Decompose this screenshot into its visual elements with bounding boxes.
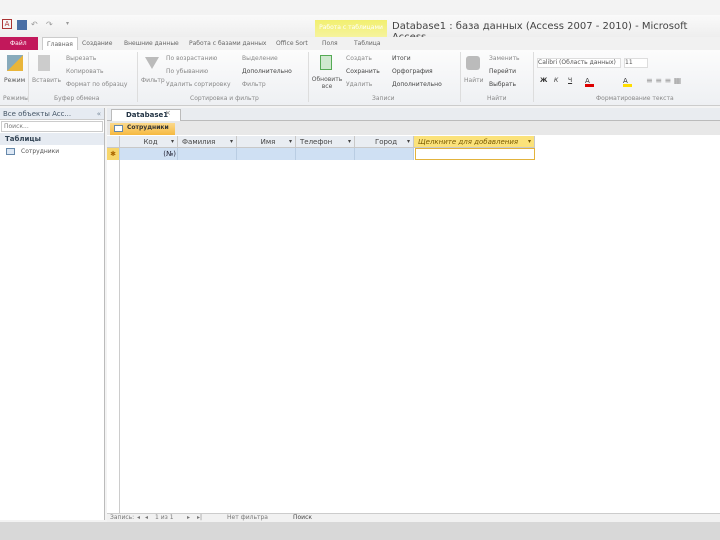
customize-qat-icon[interactable]: ▾ <box>66 20 76 30</box>
tab-office-sort[interactable]: Office Sort <box>272 37 312 50</box>
cell-city[interactable] <box>355 148 414 160</box>
undo-icon[interactable]: ↶ <box>31 20 41 30</box>
toggle-filter-button[interactable]: Фильтр <box>242 81 266 88</box>
navigation-pane: Все объекты Acc... « Поиск... Таблицы Со… <box>0 108 105 520</box>
clear-sort-button[interactable]: Удалить сортировку <box>166 81 231 88</box>
column-header-add-field[interactable]: Щелкните для добавления ▾ <box>414 136 535 148</box>
format-painter-button[interactable]: Формат по образцу <box>66 81 127 88</box>
table-icon <box>6 148 15 155</box>
replace-button[interactable]: Заменить <box>489 55 520 62</box>
tab-table[interactable]: Таблица <box>350 37 385 50</box>
totals-button[interactable]: Итоги <box>392 55 411 62</box>
record-label: Запись: <box>110 514 135 521</box>
table-icon <box>114 125 123 132</box>
select-button[interactable]: Выбрать <box>489 81 516 88</box>
next-record-button[interactable]: ▸ <box>187 514 190 521</box>
refresh-icon <box>320 55 332 70</box>
cell-id[interactable]: (№) <box>120 148 178 160</box>
tab-file[interactable]: Файл <box>0 37 38 50</box>
first-record-button[interactable]: ◂ <box>137 514 140 521</box>
paste-icon <box>38 55 50 71</box>
column-header-first-name[interactable]: Имя ▾ <box>237 136 296 148</box>
save-icon[interactable] <box>17 20 27 30</box>
bottom-band <box>0 522 720 540</box>
cell-last-name[interactable] <box>178 148 237 160</box>
view-button[interactable]: Режим <box>4 77 25 84</box>
group-records-label: Записи <box>372 95 395 102</box>
new-record-button[interactable]: Создать <box>346 55 372 62</box>
select-all-corner[interactable] <box>107 136 120 148</box>
table-tab-bar: Сотрудники <box>107 121 720 135</box>
font-size-select[interactable]: 11 <box>624 58 648 68</box>
selection-button[interactable]: Выделение <box>242 55 278 62</box>
ribbon-tabs: Главная Создание Внешние данные Работа с… <box>0 37 720 50</box>
spelling-button[interactable]: Орфография <box>392 68 433 75</box>
align-icons[interactable]: ≡ ≡ ≡ ▦ <box>646 76 681 85</box>
group-sort-filter-label: Сортировка и фильтр <box>190 95 259 102</box>
save-record-button[interactable]: Сохранить <box>346 68 380 75</box>
advanced-filter-button[interactable]: Дополнительно <box>242 68 292 75</box>
tab-fields[interactable]: Поля <box>318 37 342 50</box>
more-records-button[interactable]: Дополнительно <box>392 81 442 88</box>
selector-column-divider <box>119 160 120 513</box>
last-record-button[interactable]: ▸| <box>197 514 202 521</box>
underline-button[interactable]: Ч <box>568 77 572 84</box>
cell-phone[interactable] <box>296 148 355 160</box>
font-name-select[interactable]: Calibri (Область данных) <box>537 58 621 68</box>
column-header-id[interactable]: Код ▾ <box>120 136 178 148</box>
filter-icon <box>145 57 159 69</box>
nav-search-input[interactable]: Поиск... <box>1 121 103 132</box>
column-header-phone[interactable]: Телефон ▾ <box>296 136 355 148</box>
context-group-label: Работа с таблицами <box>319 24 383 31</box>
redo-icon[interactable]: ↷ <box>46 20 56 30</box>
record-navigation-bar: Запись: ◂ ◂ 1 из 1 ▸ ▸| Нет фильтра Поис… <box>107 513 720 522</box>
cell-add-field[interactable] <box>415 148 535 160</box>
collapse-nav-icon[interactable]: « <box>97 110 101 118</box>
group-clipboard-label: Буфер обмена <box>54 95 100 102</box>
nav-section-tables[interactable]: Таблицы <box>0 133 104 145</box>
prev-record-button[interactable]: ◂ <box>145 514 148 521</box>
find-button[interactable]: Найти <box>464 77 483 84</box>
copy-button[interactable]: Копировать <box>66 68 103 75</box>
goto-button[interactable]: Перейти <box>489 68 516 75</box>
search-field[interactable]: Поиск <box>293 514 312 521</box>
new-record-selector[interactable]: ✱ <box>107 148 120 160</box>
filter-button[interactable]: Фильтр <box>141 77 165 84</box>
bold-button[interactable]: Ж <box>540 77 547 84</box>
access-logo-icon: A <box>2 19 12 29</box>
group-find-label: Найти <box>487 95 507 102</box>
tab-external-data[interactable]: Внешние данные <box>120 37 183 50</box>
group-views-label: Режимы <box>3 95 29 102</box>
cut-button[interactable]: Вырезать <box>66 55 96 62</box>
fill-color-icon[interactable]: A <box>623 77 632 87</box>
record-position-input[interactable]: 1 из 1 <box>155 514 174 521</box>
column-header-last-name[interactable]: Фамилия ▾ <box>178 136 237 148</box>
delete-record-button[interactable]: Удалить <box>346 81 372 88</box>
tab-database-tools[interactable]: Работа с базами данных <box>185 37 271 50</box>
nav-item-table[interactable]: Сотрудники <box>0 145 104 159</box>
nav-title[interactable]: Все объекты Acc... <box>0 108 104 120</box>
cell-first-name[interactable] <box>237 148 296 160</box>
group-text-formatting-label: Форматирование текста <box>596 95 674 102</box>
paste-button[interactable]: Вставить <box>32 77 61 84</box>
tab-create[interactable]: Создание <box>78 37 116 50</box>
close-doc-icon[interactable]: × <box>165 109 171 117</box>
find-icon <box>466 56 480 70</box>
sort-descending-button[interactable]: По убыванию <box>166 68 208 75</box>
sort-ascending-button[interactable]: По возрастанию <box>166 55 217 62</box>
refresh-all-button[interactable]: Обновить все <box>311 76 343 90</box>
nav-item-label: Сотрудники <box>21 148 60 155</box>
italic-button[interactable]: К <box>554 77 558 84</box>
column-header-city[interactable]: Город ▾ <box>355 136 414 148</box>
tab-home[interactable]: Главная <box>42 37 78 50</box>
document-tabs: Database1 × <box>107 108 720 121</box>
font-color-icon[interactable]: A <box>585 77 594 87</box>
view-icon <box>7 55 23 71</box>
document-area <box>107 108 720 520</box>
filter-status[interactable]: Нет фильтра <box>227 514 268 521</box>
